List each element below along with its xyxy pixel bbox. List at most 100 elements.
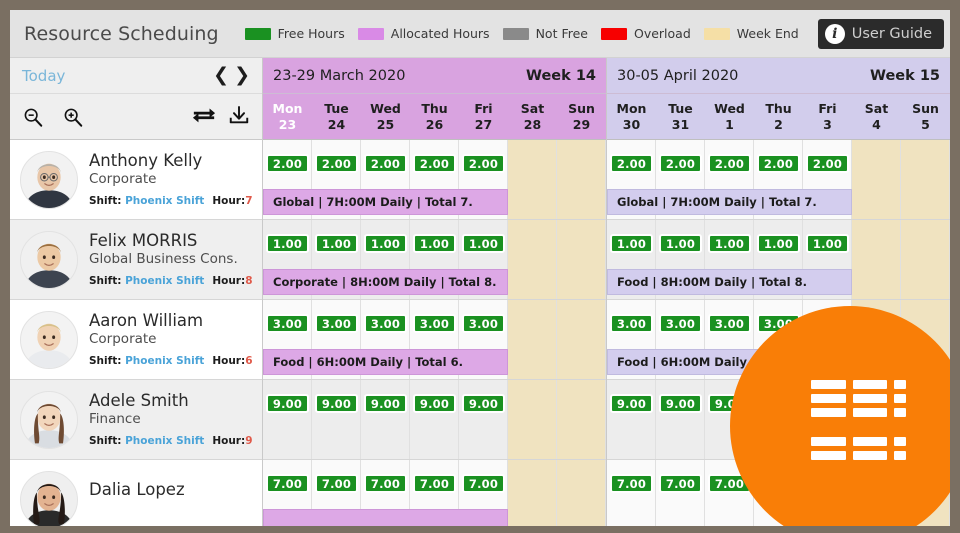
day-cell[interactable] xyxy=(656,380,705,459)
hour-badge[interactable]: 3.00 xyxy=(462,314,505,333)
swap-arrows-icon[interactable] xyxy=(192,104,216,130)
hour-badge[interactable]: 3.00 xyxy=(659,314,702,333)
hour-badge[interactable]: 3.00 xyxy=(708,314,751,333)
hour-badge[interactable]: 2.00 xyxy=(266,154,309,173)
today-button[interactable]: Today xyxy=(22,67,65,85)
hour-badge[interactable]: 1.00 xyxy=(757,234,800,253)
day-header[interactable]: Mon 30 xyxy=(607,94,656,139)
shift-value[interactable]: Phoenix Shift xyxy=(125,275,204,287)
day-header[interactable]: Mon 23 xyxy=(263,94,312,139)
hour-badge[interactable]: 1.00 xyxy=(266,234,309,253)
day-cell[interactable] xyxy=(852,460,901,526)
hour-badge[interactable]: 7.00 xyxy=(364,474,407,493)
hour-badge[interactable]: 9.00 xyxy=(462,394,505,413)
hour-badge[interactable]: 2.00 xyxy=(610,154,653,173)
day-cell[interactable] xyxy=(705,460,754,526)
hour-badge[interactable]: 7.00 xyxy=(462,474,505,493)
hour-badge[interactable]: 1.00 xyxy=(659,234,702,253)
day-cell[interactable] xyxy=(803,380,852,459)
hour-badge[interactable]: 7.00 xyxy=(315,474,358,493)
hour-badge[interactable]: 1.00 xyxy=(364,234,407,253)
hour-badge[interactable]: 1.00 xyxy=(462,234,505,253)
hour-badge[interactable]: 3.00 xyxy=(315,314,358,333)
task-bar[interactable]: Corporate | 8H:00M Daily | Total 8. xyxy=(263,269,508,295)
day-cell[interactable] xyxy=(754,460,803,526)
day-cell[interactable] xyxy=(607,380,656,459)
hour-badge[interactable]: 3.00 xyxy=(610,314,653,333)
day-cell[interactable] xyxy=(656,460,705,526)
shift-value[interactable]: Phoenix Shift xyxy=(125,195,204,207)
hour-badge[interactable]: 2.00 xyxy=(413,154,456,173)
hour-badge[interactable]: 1.00 xyxy=(413,234,456,253)
resource-row[interactable]: Aaron William Corporate Shift: Phoenix Shi… xyxy=(10,300,262,380)
day-header[interactable]: Sun 29 xyxy=(557,94,606,139)
hour-badge[interactable]: 3.00 xyxy=(757,314,800,333)
hour-badge[interactable]: 1.00 xyxy=(315,234,358,253)
task-bar[interactable]: Food | 8H:00M Daily | Total 8. xyxy=(607,269,852,295)
hour-badge[interactable]: 2.00 xyxy=(462,154,505,173)
day-cell[interactable] xyxy=(508,380,557,459)
resource-row[interactable]: Adele Smith Finance Shift: Phoenix Shift Ho… xyxy=(10,380,262,460)
hour-badge[interactable]: 9.00 xyxy=(757,394,800,413)
day-header[interactable]: Fri 3 xyxy=(803,94,852,139)
resource-row[interactable]: Dalia Lopez xyxy=(10,460,262,526)
day-header[interactable]: Sun 5 xyxy=(901,94,950,139)
resource-row[interactable]: Felix MORRIS Global Business Cons. Shift: … xyxy=(10,220,262,300)
day-header[interactable]: Wed 1 xyxy=(705,94,754,139)
hour-badge[interactable]: 9.00 xyxy=(364,394,407,413)
hour-badge[interactable]: 3.00 xyxy=(364,314,407,333)
day-cell[interactable] xyxy=(459,380,508,459)
chevron-right-icon[interactable]: ❯ xyxy=(234,66,250,85)
hour-badge[interactable]: 1.00 xyxy=(610,234,653,253)
hour-badge[interactable]: 2.00 xyxy=(315,154,358,173)
day-header[interactable]: Sat 4 xyxy=(852,94,901,139)
day-cell[interactable] xyxy=(705,380,754,459)
hour-badge[interactable]: 9.00 xyxy=(315,394,358,413)
hour-badge[interactable]: 1.00 xyxy=(708,234,751,253)
day-cell[interactable] xyxy=(263,380,312,459)
day-header[interactable]: Tue 24 xyxy=(312,94,361,139)
zoom-out-icon[interactable] xyxy=(22,106,44,128)
shift-value[interactable]: Phoenix Shift xyxy=(125,435,204,447)
day-header[interactable]: Thu 2 xyxy=(754,94,803,139)
hour-badge[interactable]: 7.00 xyxy=(413,474,456,493)
day-cell[interactable] xyxy=(607,460,656,526)
zoom-in-icon[interactable] xyxy=(62,106,84,128)
day-cell[interactable] xyxy=(410,380,459,459)
task-bar[interactable]: Global | 7H:00M Daily | Total 7. xyxy=(263,189,508,215)
task-bar[interactable]: Global | 7H:00M Daily | Total 7. xyxy=(607,189,852,215)
task-bar[interactable]: Food | 6H:00M Daily | Total 6. xyxy=(607,349,852,375)
day-header[interactable]: Wed 25 xyxy=(361,94,410,139)
hour-badge[interactable]: 2.00 xyxy=(708,154,751,173)
day-cell[interactable] xyxy=(557,380,606,459)
day-cell[interactable] xyxy=(361,380,410,459)
hour-badge[interactable]: 9.00 xyxy=(413,394,456,413)
day-header[interactable]: Tue 31 xyxy=(656,94,705,139)
hour-badge[interactable]: 3.00 xyxy=(266,314,309,333)
hour-badge[interactable]: 7.00 xyxy=(266,474,309,493)
download-icon[interactable] xyxy=(228,104,250,130)
day-cell[interactable] xyxy=(312,380,361,459)
day-cell[interactable] xyxy=(754,380,803,459)
hour-badge[interactable]: 2.00 xyxy=(806,154,849,173)
hour-badge[interactable]: 9.00 xyxy=(610,394,653,413)
hour-badge[interactable]: 9.00 xyxy=(266,394,309,413)
day-cell[interactable] xyxy=(901,380,950,459)
task-bar[interactable] xyxy=(263,509,508,526)
hour-badge[interactable]: 3.00 xyxy=(413,314,456,333)
hour-badge[interactable]: 9.00 xyxy=(708,394,751,413)
hour-badge[interactable]: 2.00 xyxy=(757,154,800,173)
resource-row[interactable]: Anthony Kelly Corporate Shift: Phoenix Shi… xyxy=(10,140,262,220)
day-cell[interactable] xyxy=(803,460,852,526)
hour-badge[interactable]: 1.00 xyxy=(806,234,849,253)
day-cell[interactable] xyxy=(901,460,950,526)
hour-badge[interactable]: 9.00 xyxy=(659,394,702,413)
hour-badge[interactable]: 3.00 xyxy=(806,314,849,333)
day-header[interactable]: Sat 28 xyxy=(508,94,557,139)
hour-badge[interactable]: 7.00 xyxy=(708,474,751,493)
hour-badge[interactable]: 2.00 xyxy=(659,154,702,173)
task-bar[interactable]: Food | 6H:00M Daily | Total 6. xyxy=(263,349,508,375)
chevron-left-icon[interactable]: ❮ xyxy=(213,66,229,85)
hour-badge[interactable]: 7.00 xyxy=(610,474,653,493)
day-header[interactable]: Fri 27 xyxy=(459,94,508,139)
